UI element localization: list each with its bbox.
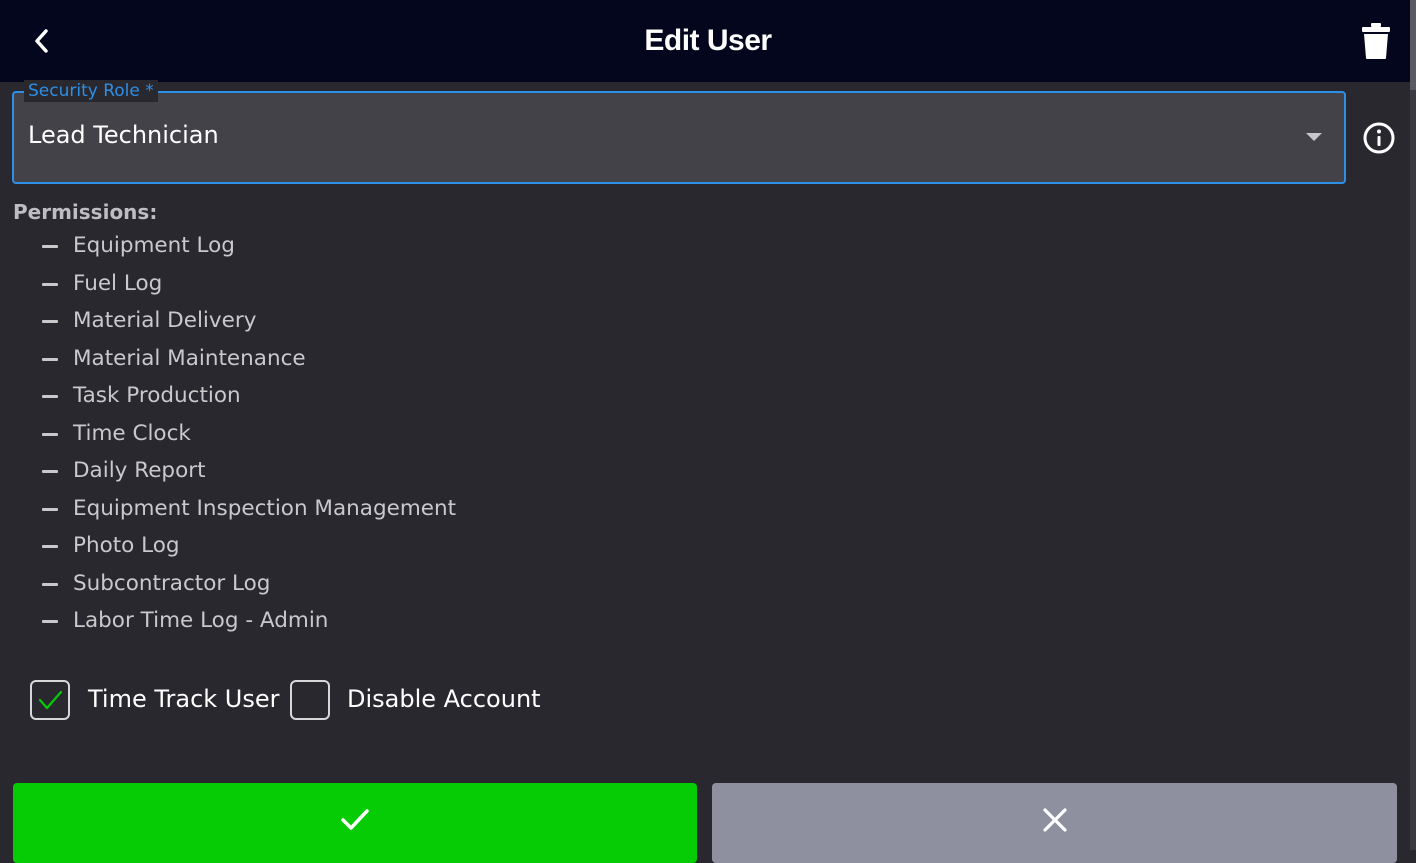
dash-icon [42,320,58,323]
list-item: Daily Report [0,453,700,491]
trash-icon [1362,23,1390,59]
permission-label: Material Maintenance [73,345,306,371]
scrollbar[interactable] [1410,0,1416,850]
list-item: Photo Log [0,528,700,566]
dash-icon [42,245,58,248]
app-header: Edit User [0,0,1416,82]
list-item: Material Maintenance [0,341,700,379]
permission-label: Photo Log [73,533,180,558]
dash-icon [42,395,58,398]
caret-down-icon [1306,133,1322,141]
security-role-label: Security Role * [24,80,158,102]
permissions-heading: Permissions: [13,200,158,224]
permission-label: Time Clock [73,420,191,446]
list-item: Fuel Log [0,266,700,304]
list-item: Subcontractor Log [0,566,700,604]
permission-label: Daily Report [73,458,206,483]
page-title: Edit User [644,24,772,57]
disable-account-label[interactable]: Disable Account [347,685,541,713]
dash-icon [42,507,58,511]
list-item: Equipment Inspection Management [0,491,700,529]
disable-account-checkbox[interactable] [290,680,330,720]
close-icon [1042,808,1067,832]
cancel-button[interactable] [712,783,1397,863]
scrollbar-thumb[interactable] [1410,0,1416,90]
check-icon [38,690,63,710]
check-icon [341,809,369,830]
permission-label: Fuel Log [73,270,163,296]
dash-icon [42,470,58,473]
save-button[interactable] [13,783,697,863]
list-item: Time Clock [0,416,700,454]
dash-icon [42,432,58,436]
dash-icon [42,545,58,548]
dash-icon [42,282,58,286]
list-item: Labor Time Log - Admin [0,603,700,641]
security-role-select[interactable]: Security Role * Lead Technician [12,80,1346,184]
permission-label: Task Production [73,383,241,408]
permissions-list: Equipment Log Fuel Log Material Delivery… [0,228,700,641]
list-item: Task Production [0,378,700,416]
permission-label: Equipment Inspection Management [73,495,457,521]
info-button[interactable] [1362,121,1396,155]
permission-label: Labor Time Log - Admin [73,608,329,633]
dash-icon [42,620,58,623]
dash-icon [42,357,58,361]
security-role-value: Lead Technician [28,121,219,149]
permission-label: Equipment Log [73,233,235,258]
permission-label: Material Delivery [73,308,257,333]
list-item: Equipment Log [0,228,700,266]
dash-icon [42,582,58,586]
delete-button[interactable] [1356,20,1396,62]
time-track-user-checkbox[interactable] [30,680,70,720]
permission-label: Subcontractor Log [73,570,271,596]
info-circle-icon [1363,122,1395,154]
list-item: Material Delivery [0,303,700,341]
time-track-user-label[interactable]: Time Track User [88,685,280,713]
